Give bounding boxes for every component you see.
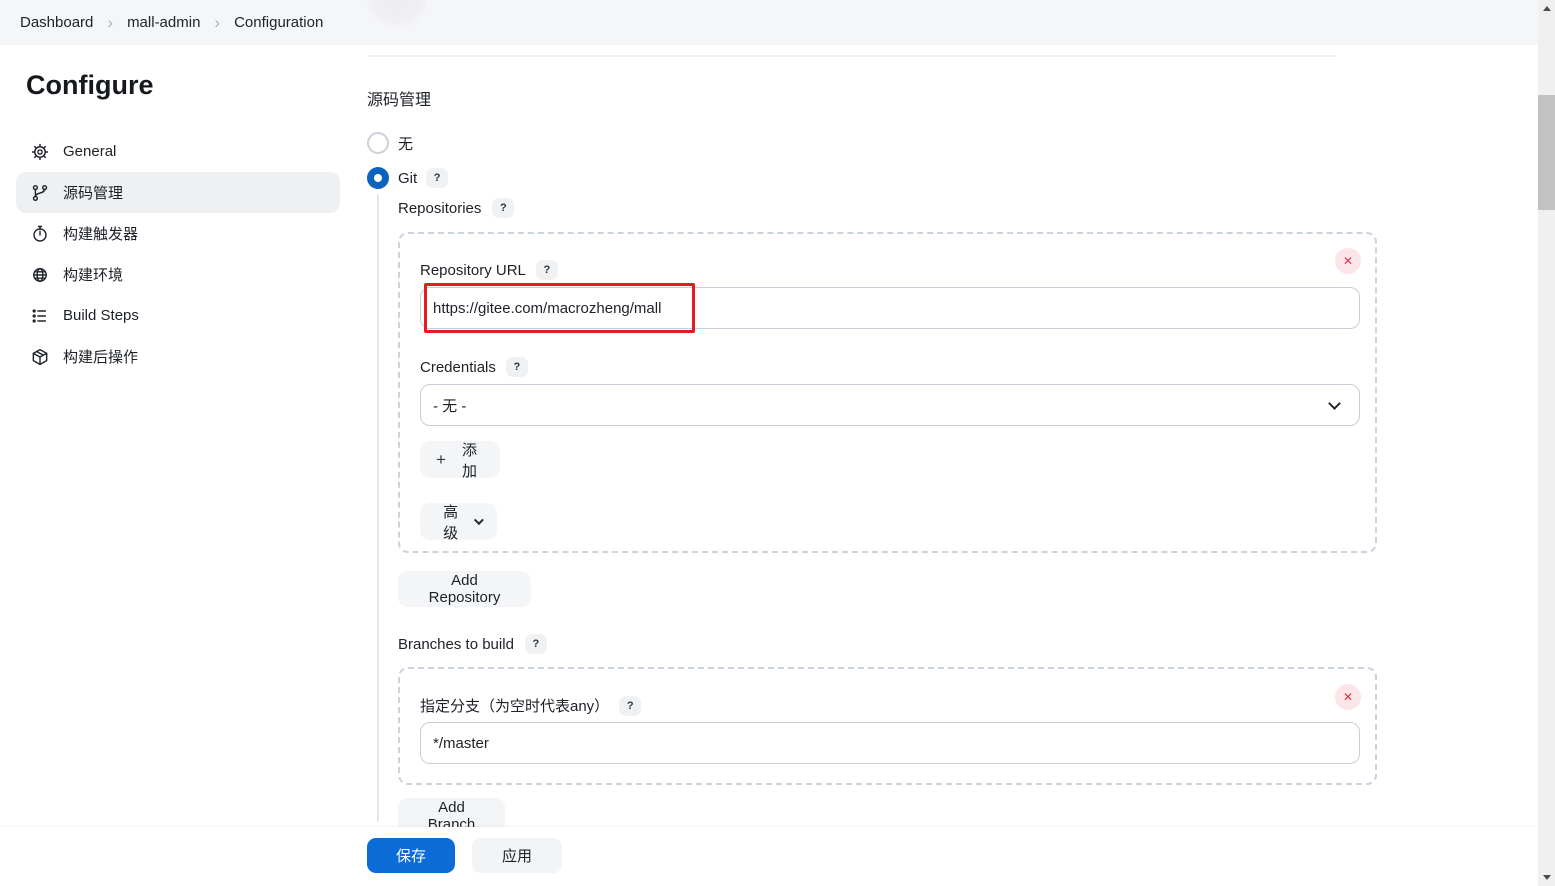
branch-help-button[interactable]: ? [619,695,642,716]
add-repository-label: Add Repository [428,572,501,606]
repository-url-label-row: Repository URL ? [420,260,558,280]
scm-none-radio[interactable]: 无 [367,132,413,154]
repositories-help-button[interactable]: ? [492,198,515,218]
scroll-up-button[interactable] [1538,0,1555,17]
sidebar-item-post-build-actions[interactable]: 构建后操作 [16,336,340,377]
sidebar-item-label: General [63,143,117,160]
branches-help-button[interactable]: ? [524,634,547,654]
sidebar-item-label: 构建触发器 [63,226,139,243]
scrollbar-thumb[interactable] [1538,95,1555,210]
breadcrumb-dashboard[interactable]: Dashboard [20,14,93,31]
breadcrumb-separator-icon: › [214,13,221,32]
page-title: Configure [26,70,154,100]
close-icon: ✕ [1342,690,1354,704]
top-bar: Dashboard › mall-admin › Configuration [0,0,1538,45]
triangle-down-icon [1542,875,1551,880]
list-icon [30,306,50,326]
credentials-label-row: Credentials ? [420,357,528,377]
sidebar-item-label: Build Steps [63,307,139,324]
sidebar-item-general[interactable]: General [16,131,340,172]
credentials-select[interactable]: - 无 - [420,384,1360,426]
gear-icon [30,142,50,162]
sidebar-item-build-steps[interactable]: Build Steps [16,295,340,336]
plus-icon: + [436,450,446,469]
branch-specifier-input[interactable] [420,722,1360,764]
git-section-tree-line [377,194,379,822]
close-icon: ✕ [1342,254,1354,268]
sidebar-item-build-environment[interactable]: 构建环境 [16,254,340,295]
scm-git-label: Git [398,169,418,187]
advanced-label: 高级 [443,503,459,542]
credentials-label: Credentials [420,358,496,376]
package-icon [30,347,50,367]
sidebar-item-label: 构建环境 [63,267,124,284]
vertical-scrollbar[interactable] [1538,0,1555,886]
sidebar-item-build-triggers[interactable]: 构建触发器 [16,213,340,254]
repository-section: ✕ Repository URL ? Credentials ? - 无 - +… [398,232,1377,553]
add-credentials-label: 添加 [461,441,477,480]
git-help-button[interactable]: ? [426,168,449,188]
branch-section: ✕ 指定分支（为空时代表any） ? [398,667,1377,785]
scm-section-title: 源码管理 [367,92,432,109]
branch-label-row: 指定分支（为空时代表any） ? [420,695,642,716]
save-button[interactable]: 保存 [367,838,455,873]
credentials-help-button[interactable]: ? [505,357,528,377]
breadcrumb-separator-icon: › [107,13,114,32]
branches-heading-row: Branches to build ? [398,634,547,654]
delete-branch-button[interactable]: ✕ [1335,684,1361,710]
radio-checked-icon [367,167,389,189]
repository-url-help-button[interactable]: ? [535,260,558,280]
scm-none-label: 无 [398,135,414,153]
breadcrumb-job[interactable]: mall-admin [127,14,200,31]
branch-specifier-label: 指定分支（为空时代表any） [420,698,610,715]
triangle-up-icon [1542,6,1551,11]
scroll-down-button[interactable] [1538,869,1555,886]
credentials-selected-value: - 无 - [433,397,467,415]
sidebar-item-label: 源码管理 [63,185,124,202]
delete-repository-button[interactable]: ✕ [1335,248,1361,274]
globe-icon [30,265,50,285]
repository-url-label: Repository URL [420,261,526,279]
radio-unchecked-icon [367,132,389,154]
repository-url-input[interactable] [420,287,1360,329]
add-credentials-button[interactable]: + 添加 [420,441,500,480]
apply-button[interactable]: 应用 [472,838,562,873]
breadcrumb-configuration[interactable]: Configuration [234,14,323,31]
repositories-heading: Repositories [398,199,482,217]
clock-icon [30,224,50,244]
sidebar-item-label: 构建后操作 [63,349,139,366]
git-branch-icon [30,183,50,203]
scm-git-radio[interactable]: Git ? [367,167,449,189]
breadcrumb: Dashboard › mall-admin › Configuration [20,14,323,31]
section-divider [367,55,1337,57]
sidebar-item-scm[interactable]: 源码管理 [16,172,340,213]
branches-heading: Branches to build [398,635,514,653]
config-sidebar: General 源码管理 构建触发器 构建环境 Build Steps 构建后操… [16,131,340,377]
bottom-action-bar: 保存 应用 [0,827,1538,886]
add-repository-button[interactable]: Add Repository [398,571,531,607]
advanced-button[interactable]: 高级 [420,503,497,542]
chevron-down-icon [1328,397,1341,410]
repositories-heading-row: Repositories ? [398,198,515,218]
chevron-down-icon [474,515,484,525]
